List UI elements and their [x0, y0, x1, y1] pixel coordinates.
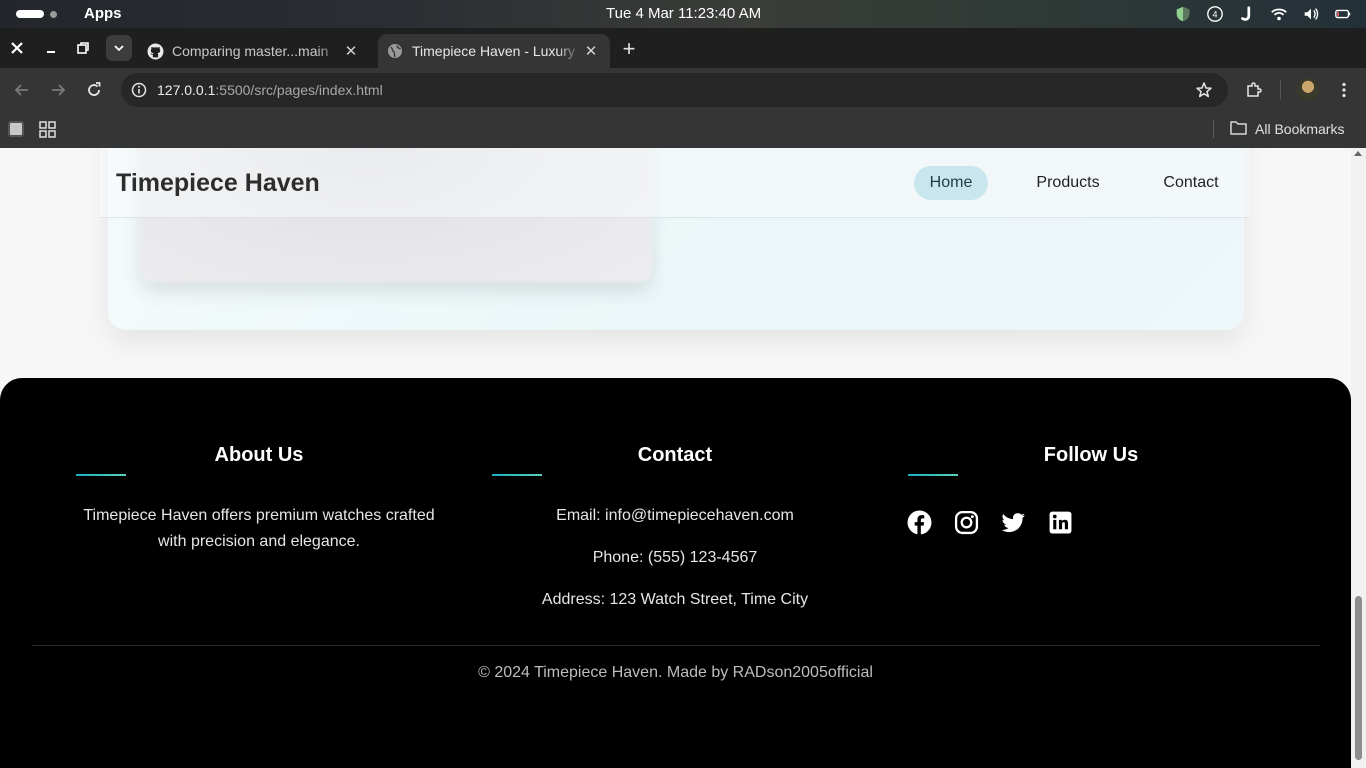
linkedin-icon[interactable] — [1048, 510, 1073, 535]
bookmarks-divider — [1213, 120, 1214, 138]
tab-title: Timepiece Haven - Luxury — [412, 43, 575, 59]
footer-copyright: © 2024 Timepiece Haven. Made by RADson20… — [478, 664, 873, 681]
system-tray[interactable]: 4 — [1174, 5, 1352, 23]
site-info-icon[interactable] — [129, 80, 149, 100]
footer-contact-phone[interactable]: Phone: (555) 123-4567 — [492, 545, 858, 571]
tab-title: Comparing master...main — [172, 43, 329, 59]
tab-timepiece-haven[interactable]: Timepiece Haven - Luxury ✕ — [378, 34, 610, 68]
toolbar-divider — [1280, 80, 1281, 100]
close-window-icon[interactable] — [5, 36, 29, 60]
reload-icon[interactable] — [82, 78, 106, 102]
site-footer: About Us Timepiece Haven offers premium … — [0, 378, 1351, 768]
all-bookmarks-label: All Bookmarks — [1255, 121, 1345, 137]
site-header: Timepiece Haven Home Products Contact — [100, 148, 1250, 218]
scroll-up-arrow-icon[interactable] — [1354, 151, 1362, 156]
address-text[interactable]: 127.0.0.1:5500/src/pages/index.html — [157, 82, 383, 98]
address-host: 127.0.0.1 — [157, 82, 216, 98]
address-bar[interactable]: 127.0.0.1:5500/src/pages/index.html — [121, 73, 1228, 107]
bookmarks-bar: All Bookmarks — [0, 112, 1366, 148]
instagram-icon[interactable] — [954, 510, 979, 535]
tab-close-icon[interactable]: ✕ — [342, 42, 360, 60]
footer-about-text: Timepiece Haven offers premium watches c… — [83, 507, 435, 550]
restore-window-icon[interactable] — [71, 36, 95, 60]
scrollbar-thumb[interactable] — [1355, 596, 1362, 760]
tab-close-icon[interactable]: ✕ — [582, 42, 600, 60]
os-top-bar: Apps Tue 4 Mar 11:23:40 AM 4 — [0, 0, 1366, 28]
github-icon — [146, 42, 164, 60]
footer-accent-line — [76, 474, 126, 476]
social-links — [907, 510, 1073, 535]
nav-contact[interactable]: Contact — [1158, 166, 1224, 200]
new-tab-icon[interactable]: + — [618, 36, 640, 61]
footer-accent-line — [492, 474, 542, 476]
footer-about-title: About Us — [214, 444, 304, 466]
nav-home[interactable]: Home — [914, 166, 988, 200]
footer-contact-address: Address: 123 Watch Street, Time City — [541, 591, 809, 608]
page-viewport[interactable]: Timepiece Haven Home Products Contact Ab… — [0, 148, 1366, 768]
nav-products[interactable]: Products — [1026, 166, 1110, 200]
battery-icon[interactable] — [1334, 5, 1352, 23]
shield-icon[interactable] — [1174, 5, 1192, 23]
browser-toolbar: 127.0.0.1:5500/src/pages/index.html — [0, 68, 1366, 112]
footer-divider — [32, 645, 1320, 646]
notification-count: 4 — [1212, 10, 1217, 20]
workspace-indicator-active[interactable] — [16, 10, 44, 18]
twitter-icon[interactable] — [1001, 510, 1026, 535]
site-brand[interactable]: Timepiece Haven — [116, 169, 320, 198]
wifi-icon[interactable] — [1270, 5, 1288, 23]
folder-icon — [1230, 120, 1247, 138]
back-icon[interactable] — [10, 78, 34, 102]
globe-icon — [386, 42, 404, 60]
bookmark-star-icon[interactable] — [1194, 80, 1214, 100]
extensions-icon[interactable] — [1242, 78, 1266, 102]
notification-count-icon[interactable]: 4 — [1206, 5, 1224, 23]
j-app-icon[interactable] — [1238, 5, 1256, 23]
footer-follow-title: Follow Us — [1043, 444, 1139, 466]
workspace-indicator[interactable] — [50, 11, 57, 18]
volume-icon[interactable] — [1302, 5, 1320, 23]
tab-group-icon[interactable] — [8, 121, 24, 137]
address-path: :5500/src/pages/index.html — [215, 82, 383, 98]
footer-contact-email[interactable]: Email: info@timepiecehaven.com — [492, 503, 858, 529]
all-bookmarks-button[interactable]: All Bookmarks — [1230, 120, 1344, 138]
minimize-window-icon[interactable] — [39, 36, 63, 60]
footer-accent-line — [908, 474, 958, 476]
page-scrollbar[interactable] — [1351, 148, 1366, 768]
apps-grid-icon[interactable] — [39, 121, 56, 143]
profile-avatar[interactable] — [1297, 78, 1319, 100]
forward-icon[interactable] — [46, 78, 70, 102]
tab-search-icon[interactable] — [106, 35, 132, 61]
footer-contact-title: Contact — [637, 444, 713, 466]
apps-menu[interactable]: Apps — [84, 5, 122, 22]
system-clock[interactable]: Tue 4 Mar 11:23:40 AM — [606, 5, 761, 22]
facebook-icon[interactable] — [907, 510, 932, 535]
browser-menu-icon[interactable] — [1332, 78, 1356, 102]
tab-github-compare[interactable]: Comparing master...main ✕ — [138, 34, 374, 68]
